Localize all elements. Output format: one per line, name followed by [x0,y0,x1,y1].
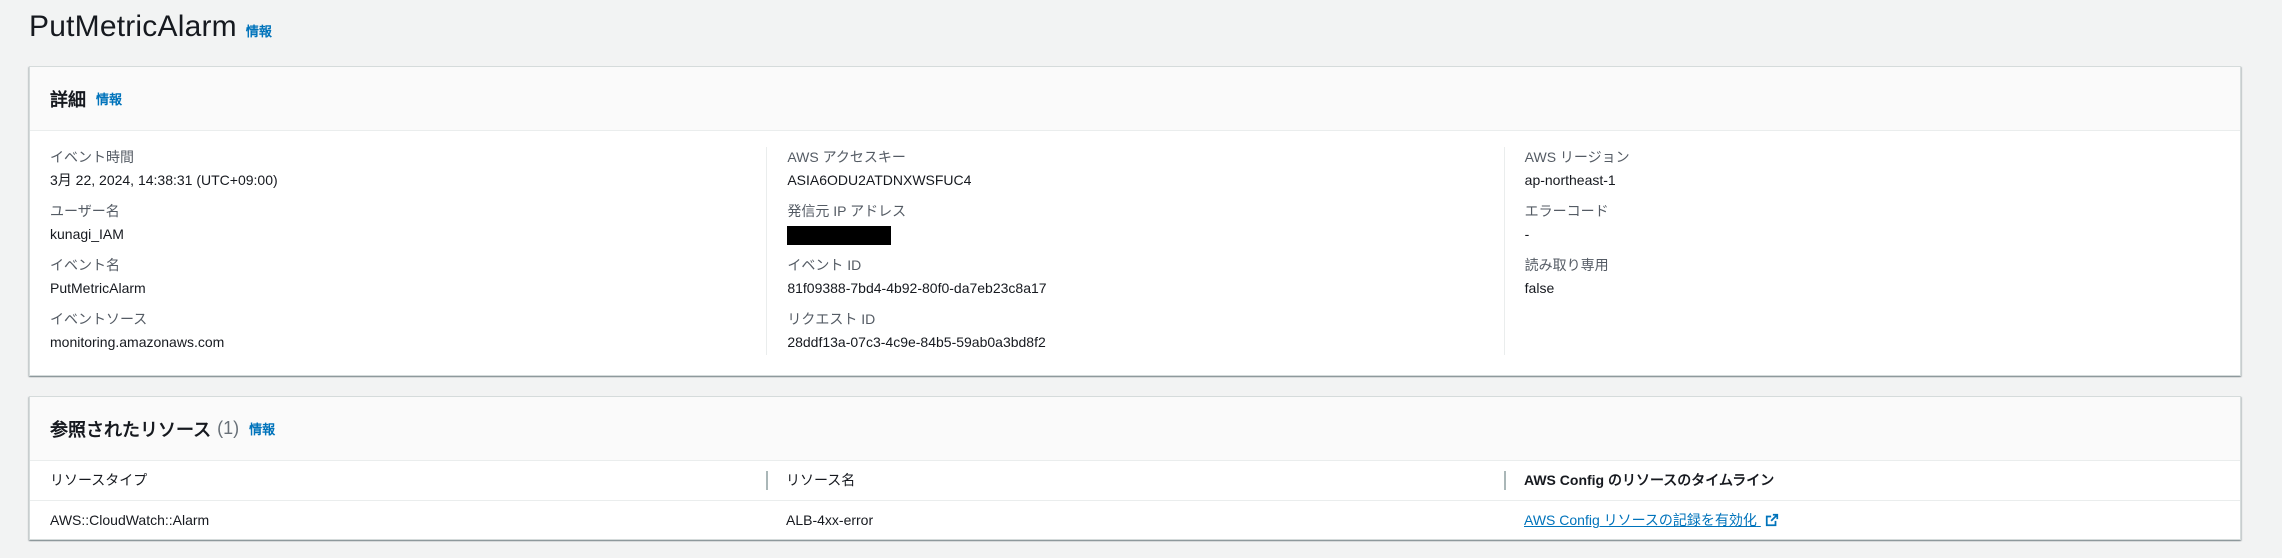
source-ip-label: 発信元 IP アドレス [787,203,907,219]
column-resizer[interactable] [766,471,768,490]
details-title: 詳細 [50,89,86,110]
details-info-link[interactable]: 情報 [96,89,122,108]
error-code-value: - [1524,226,1530,242]
table-header-row: リソースタイプ リソース名 AWS Config のリソースのタイムライン [30,461,2240,501]
page-title: PutMetricAlarm [29,10,237,43]
request-id-value: 28ddf13a-07c3-4c9e-84b5-59ab0a3bd8f2 [787,334,1046,350]
event-source-value: monitoring.amazonaws.com [50,334,225,350]
details-columns: イベント時間 3月 22, 2024, 14:38:31 (UTC+09:00)… [30,131,2240,363]
access-key-value: ASIA6ODU2ATDNXWSFUC4 [787,172,972,188]
read-only-value: false [1524,280,1555,296]
redacted-box [787,225,892,245]
event-id-field: イベント ID 81f09388-7bd4-4b92-80f0-da7eb23c… [787,255,1503,298]
event-name-label: イベント名 [50,257,120,273]
source-ip-value [787,224,1503,245]
column-header-config-timeline[interactable]: AWS Config のリソースのタイムライン [1504,461,2240,501]
event-time-field: イベント時間 3月 22, 2024, 14:38:31 (UTC+09:00) [50,147,766,190]
details-panel: 詳細 情報 イベント時間 3月 22, 2024, 14:38:31 (UTC+… [29,66,2241,376]
user-name-value: kunagi_IAM [50,226,124,242]
event-name-field: イベント名 PutMetricAlarm [50,255,766,298]
details-column-2: AWS アクセスキー ASIA6ODU2ATDNXWSFUC4 発信元 IP ア… [766,147,1503,355]
error-code-field: エラーコード - [1525,201,2240,244]
page-info-link[interactable]: 情報 [246,21,272,40]
read-only-field: 読み取り専用 false [1525,255,2240,298]
user-name-label: ユーザー名 [50,203,120,219]
details-column-1: イベント時間 3月 22, 2024, 14:38:31 (UTC+09:00)… [30,147,766,363]
region-label: AWS リージョン [1524,149,1630,165]
resource-name-cell: ALB-4xx-error [786,512,874,529]
enable-config-recording-link[interactable]: AWS Config リソースの記録を有効化 [1524,512,1779,528]
page-header: PutMetricAlarm 情報 [29,10,272,44]
details-header: 詳細 情報 [30,67,2240,131]
resources-header: 参照されたリソース (1) 情報 [30,397,2240,461]
source-ip-field: 発信元 IP アドレス [787,201,1503,245]
event-source-label: イベントソース [50,311,148,327]
resources-table: リソースタイプ リソース名 AWS Config のリソースのタイムライン AW… [30,461,2240,540]
resources-info-link[interactable]: 情報 [249,419,275,438]
column-header-resource-type: リソースタイプ [30,461,766,501]
event-id-label: イベント ID [787,257,862,273]
event-source-field: イベントソース monitoring.amazonaws.com [50,309,766,352]
read-only-label: 読み取り専用 [1524,257,1609,273]
table-row: AWS::CloudWatch::Alarm ALB-4xx-error AWS… [30,500,2240,540]
referenced-resources-panel: 参照されたリソース (1) 情報 リソースタイプ リソース名 AWS Confi… [29,396,2241,540]
event-name-value: PutMetricAlarm [50,280,146,296]
request-id-field: リクエスト ID 28ddf13a-07c3-4c9e-84b5-59ab0a3… [787,309,1503,352]
event-time-label: イベント時間 [50,149,134,165]
resources-count: (1) [217,418,240,438]
details-column-3: AWS リージョン ap-northeast-1 エラーコード - 読み取り専用… [1503,147,2240,355]
resource-type-cell: AWS::CloudWatch::Alarm [50,512,210,529]
resources-title: 参照されたリソース [50,419,212,440]
region-field: AWS リージョン ap-northeast-1 [1525,147,2240,190]
region-value: ap-northeast-1 [1524,172,1616,188]
error-code-label: エラーコード [1524,203,1609,219]
event-time-value: 3月 22, 2024, 14:38:31 (UTC+09:00) [50,172,278,188]
request-id-label: リクエスト ID [787,311,876,327]
user-name-field: ユーザー名 kunagi_IAM [50,201,766,244]
config-timeline-cell: AWS Config リソースの記録を有効化 [1504,500,2240,540]
external-link-icon [1765,514,1778,527]
access-key-field: AWS アクセスキー ASIA6ODU2ATDNXWSFUC4 [787,147,1503,190]
column-header-resource-name[interactable]: リソース名 [766,461,1504,501]
access-key-label: AWS アクセスキー [787,149,906,165]
event-id-value: 81f09388-7bd4-4b92-80f0-da7eb23c8a17 [787,280,1047,296]
column-resizer[interactable] [1504,471,1506,490]
